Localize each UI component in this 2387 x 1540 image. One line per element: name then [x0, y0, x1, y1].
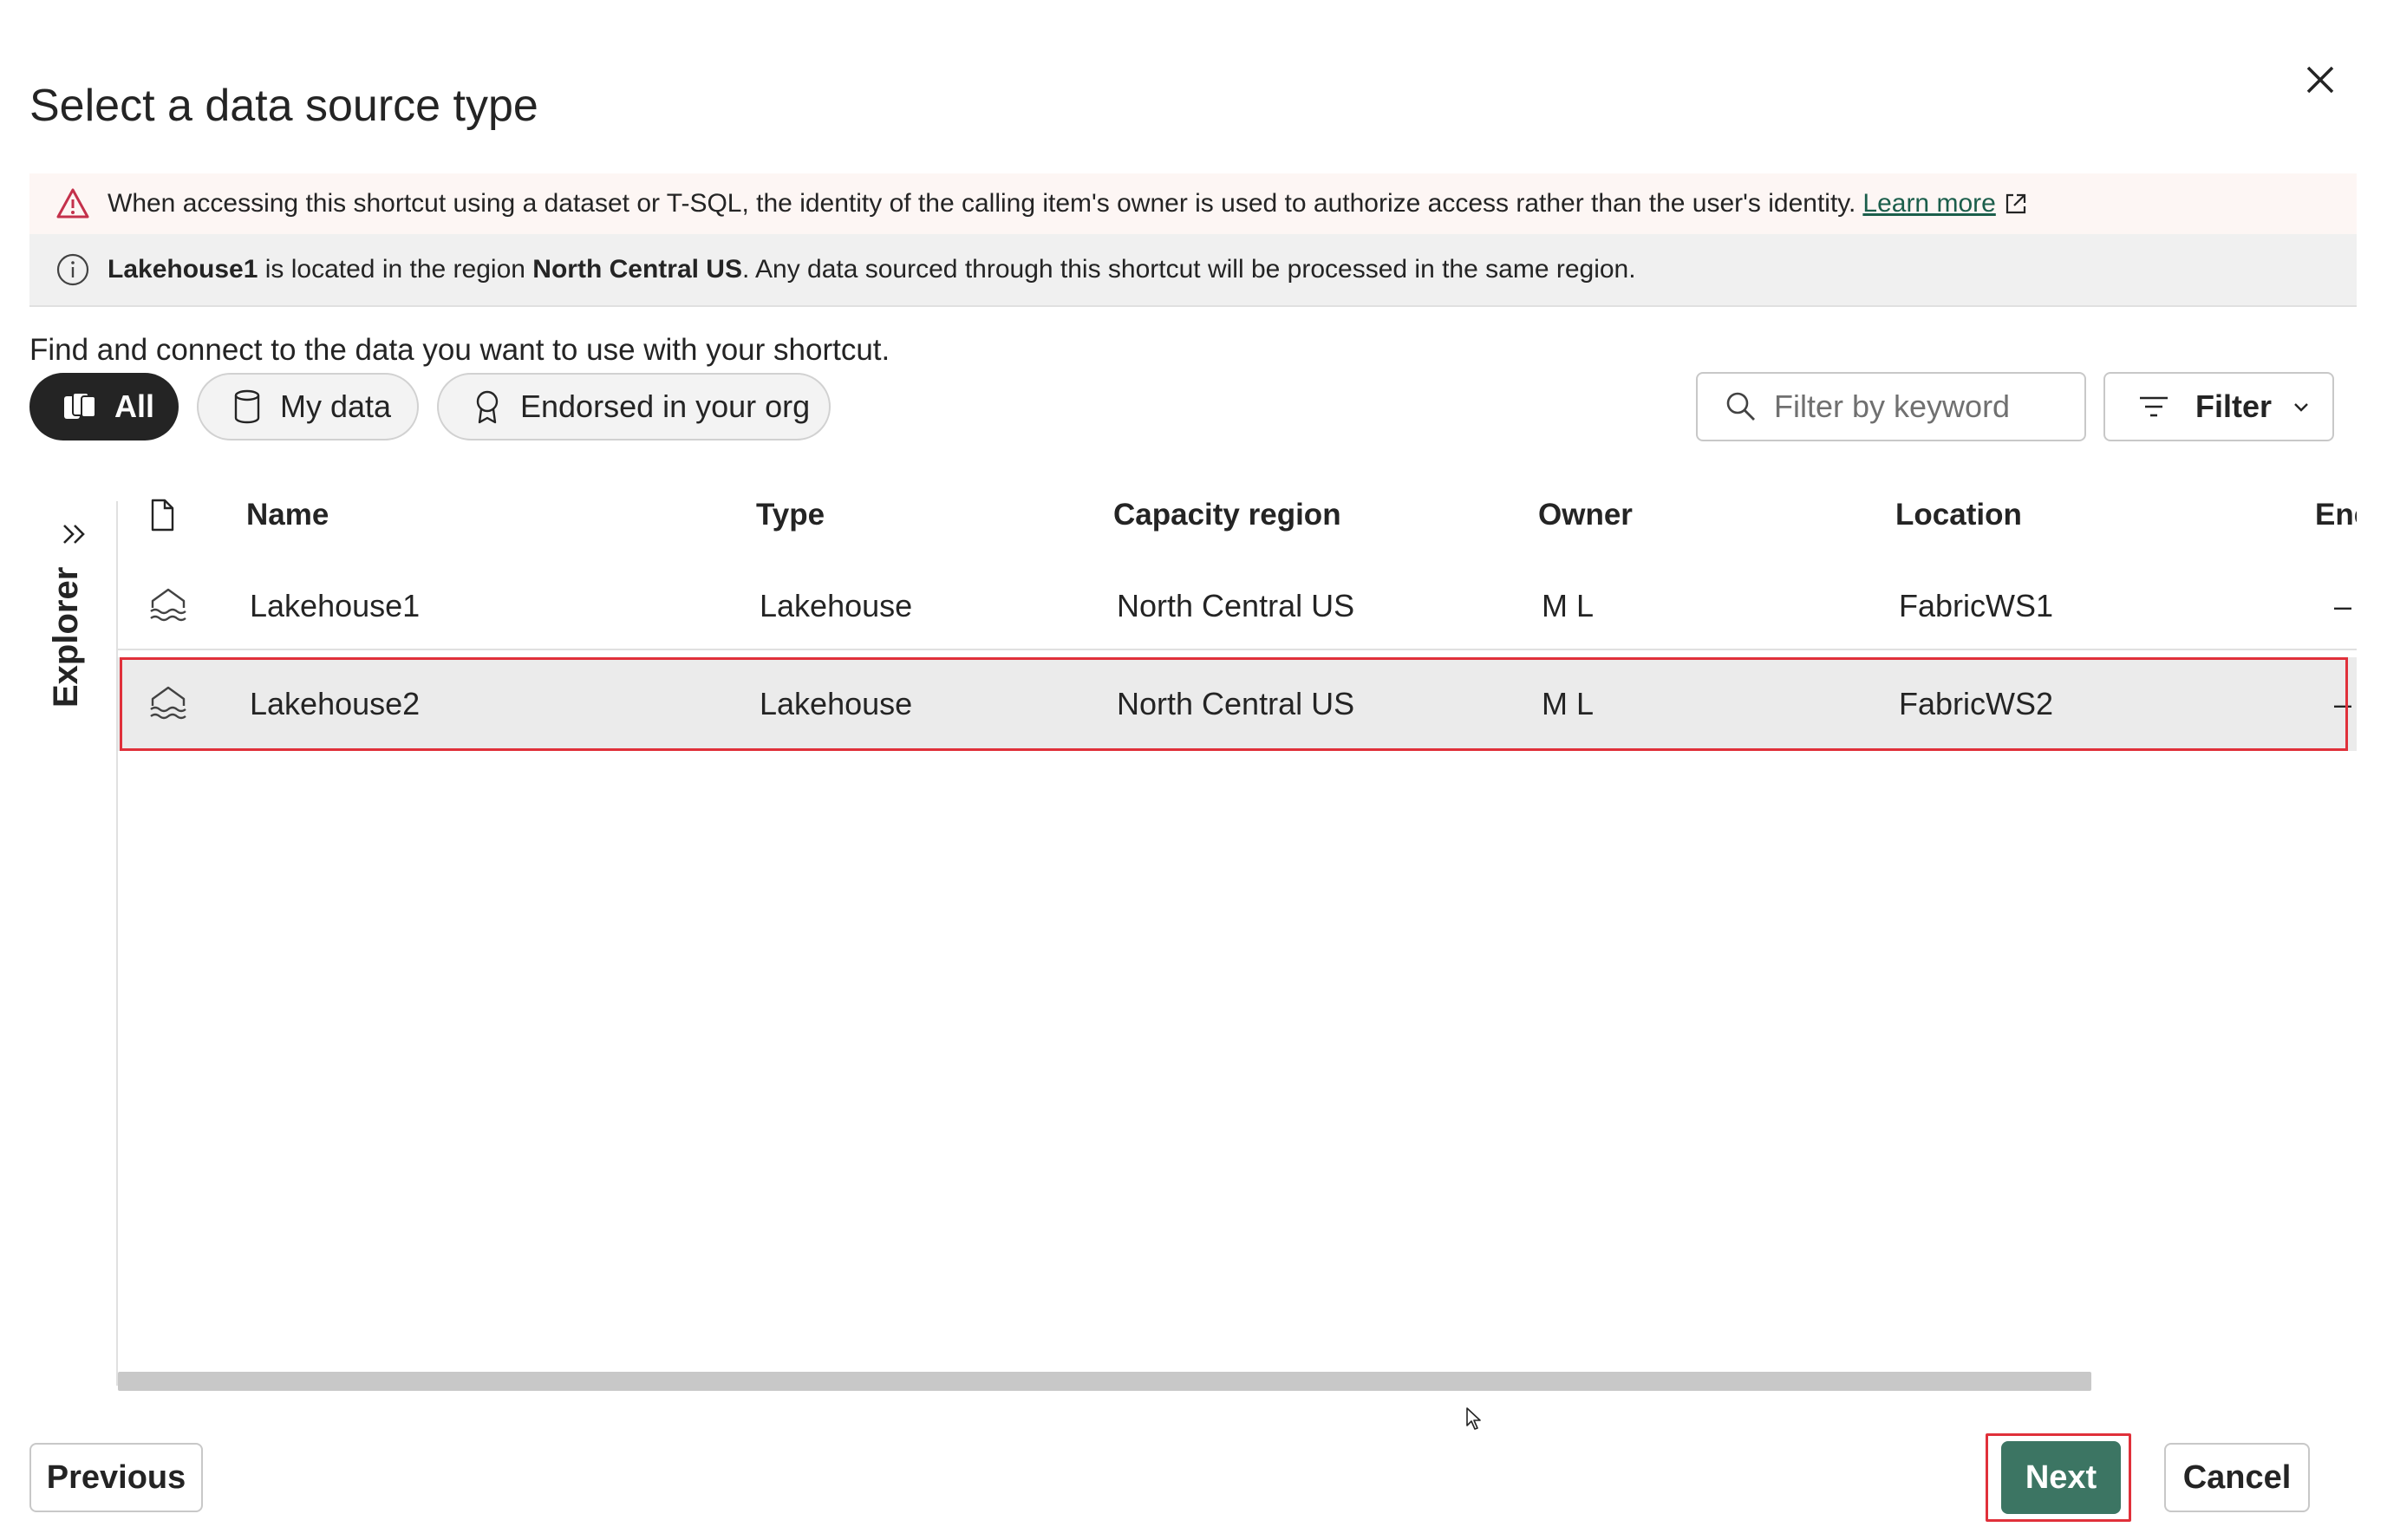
info-icon	[56, 253, 89, 286]
lakehouse-icon	[150, 588, 186, 622]
file-icon	[151, 499, 174, 532]
explorer-panel: Explorer	[29, 499, 116, 1297]
pill-my-data[interactable]: My data	[197, 373, 419, 440]
badge-icon	[476, 390, 499, 424]
warning-text: When accessing this shortcut using a dat…	[108, 189, 1856, 218]
cell-location: FabricWS1	[1899, 588, 2054, 623]
warning-icon	[56, 188, 89, 219]
data-table: Name Type Capacity region Owner Location…	[118, 479, 2357, 1384]
info-region: North Central US	[532, 255, 742, 284]
row-divider	[118, 649, 2357, 650]
info-text-end: . Any data sourced through this shortcut…	[741, 255, 1636, 284]
header-name[interactable]: Name	[246, 479, 329, 551]
info-banner: Lakehouse1 is located in the region Nort…	[29, 234, 2357, 307]
cell-name: Lakehouse1	[250, 588, 421, 623]
pill-endorsed[interactable]: Endorsed in your org	[437, 373, 831, 440]
previous-button[interactable]: Previous	[29, 1443, 203, 1512]
explorer-label[interactable]: Explorer	[47, 567, 86, 708]
header-capacity-region[interactable]: Capacity region	[1113, 479, 1341, 551]
search-box[interactable]	[1696, 372, 2086, 441]
cell-enc: –	[2334, 588, 2352, 623]
header-type[interactable]: Type	[756, 479, 825, 551]
close-button[interactable]	[2292, 52, 2348, 108]
cancel-button[interactable]: Cancel	[2164, 1443, 2310, 1512]
selection-highlight	[120, 657, 2348, 751]
info-text-mid: is located in the region	[258, 255, 533, 284]
filter-icon	[2140, 396, 2168, 417]
table-row[interactable]: Lakehouse1 Lakehouse North Central US M …	[118, 564, 2357, 649]
pill-my-data-label: My data	[280, 388, 392, 424]
chevron-down-icon	[2294, 403, 2308, 412]
warning-banner: When accessing this shortcut using a dat…	[29, 173, 2357, 234]
filter-label: Filter	[2195, 388, 2273, 424]
close-icon	[2306, 66, 2334, 94]
stack-icon	[64, 392, 96, 419]
learn-more-link[interactable]: Learn more	[1862, 189, 1995, 219]
cell-type: Lakehouse	[760, 588, 913, 623]
header-location[interactable]: Location	[1895, 479, 2022, 551]
horizontal-scrollbar[interactable]	[118, 1372, 2091, 1391]
header-owner[interactable]: Owner	[1538, 479, 1633, 551]
table-header-row: Name Type Capacity region Owner Location…	[118, 479, 2357, 551]
external-link-icon[interactable]	[2003, 191, 2029, 217]
mouse-cursor-icon	[1466, 1407, 1481, 1430]
expand-chevron-icon[interactable]	[57, 517, 92, 551]
filter-button[interactable]: Filter	[2103, 372, 2334, 441]
next-button[interactable]: Next	[2001, 1441, 2121, 1514]
subtitle: Find and connect to the data you want to…	[29, 333, 890, 367]
search-icon	[1726, 392, 1755, 421]
dialog-title: Select a data source type	[29, 81, 538, 131]
file-icon-header	[147, 479, 177, 551]
database-icon	[234, 389, 260, 424]
cell-region: North Central US	[1117, 588, 1355, 623]
pill-all[interactable]: All	[29, 373, 179, 440]
pill-endorsed-label: Endorsed in your org	[520, 388, 811, 424]
info-item-name: Lakehouse1	[108, 255, 258, 284]
header-enc[interactable]: Enc	[2315, 479, 2357, 551]
cell-owner: M L	[1542, 588, 1595, 623]
pill-all-label: All	[114, 388, 155, 424]
search-input[interactable]	[1772, 388, 2071, 426]
